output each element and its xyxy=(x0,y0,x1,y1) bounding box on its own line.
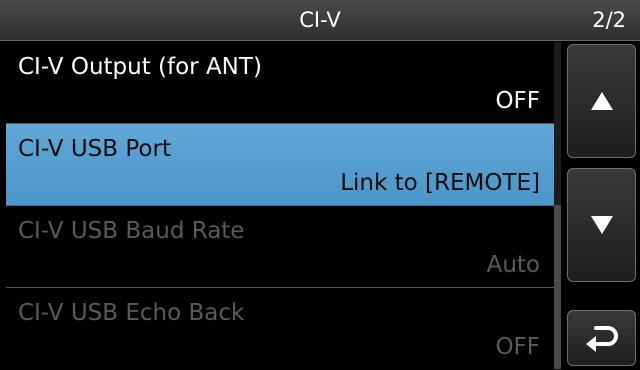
menu-item-value: OFF xyxy=(495,334,540,360)
menu-item-label: CI-V USB Echo Back xyxy=(18,300,245,326)
menu-item-value: Link to [REMOTE] xyxy=(340,170,540,196)
back-button[interactable] xyxy=(567,310,636,366)
menu-item-label: CI-V USB Port xyxy=(18,136,171,162)
menu-item-civ-usb-port[interactable]: CI-V USB Port Link to [REMOTE] xyxy=(6,124,554,206)
scroll-up-button[interactable] xyxy=(567,44,636,158)
menu-item-label: CI-V USB Baud Rate xyxy=(18,218,245,244)
page-indicator: 2/2 xyxy=(592,8,626,32)
triangle-down-icon xyxy=(590,216,613,234)
menu-item-value: Auto xyxy=(486,252,540,278)
scroll-down-button[interactable] xyxy=(567,168,636,282)
menu-item-value: OFF xyxy=(495,88,540,114)
menu-item-civ-output[interactable]: CI-V Output (for ANT) OFF xyxy=(6,42,554,124)
return-arrow-icon xyxy=(585,326,618,352)
title-bar: CI-V 2/2 xyxy=(0,0,640,41)
menu-item-civ-usb-baud-rate[interactable]: CI-V USB Baud Rate Auto xyxy=(6,206,554,288)
menu-item-civ-usb-echo-back[interactable]: CI-V USB Echo Back OFF xyxy=(6,288,554,370)
menu-item-label: CI-V Output (for ANT) xyxy=(18,54,262,80)
scrollbar-thumb[interactable] xyxy=(554,205,561,369)
menu-title: CI-V xyxy=(299,8,341,32)
settings-list: CI-V Output (for ANT) OFF CI-V USB Port … xyxy=(6,42,554,369)
triangle-up-icon xyxy=(590,92,613,110)
